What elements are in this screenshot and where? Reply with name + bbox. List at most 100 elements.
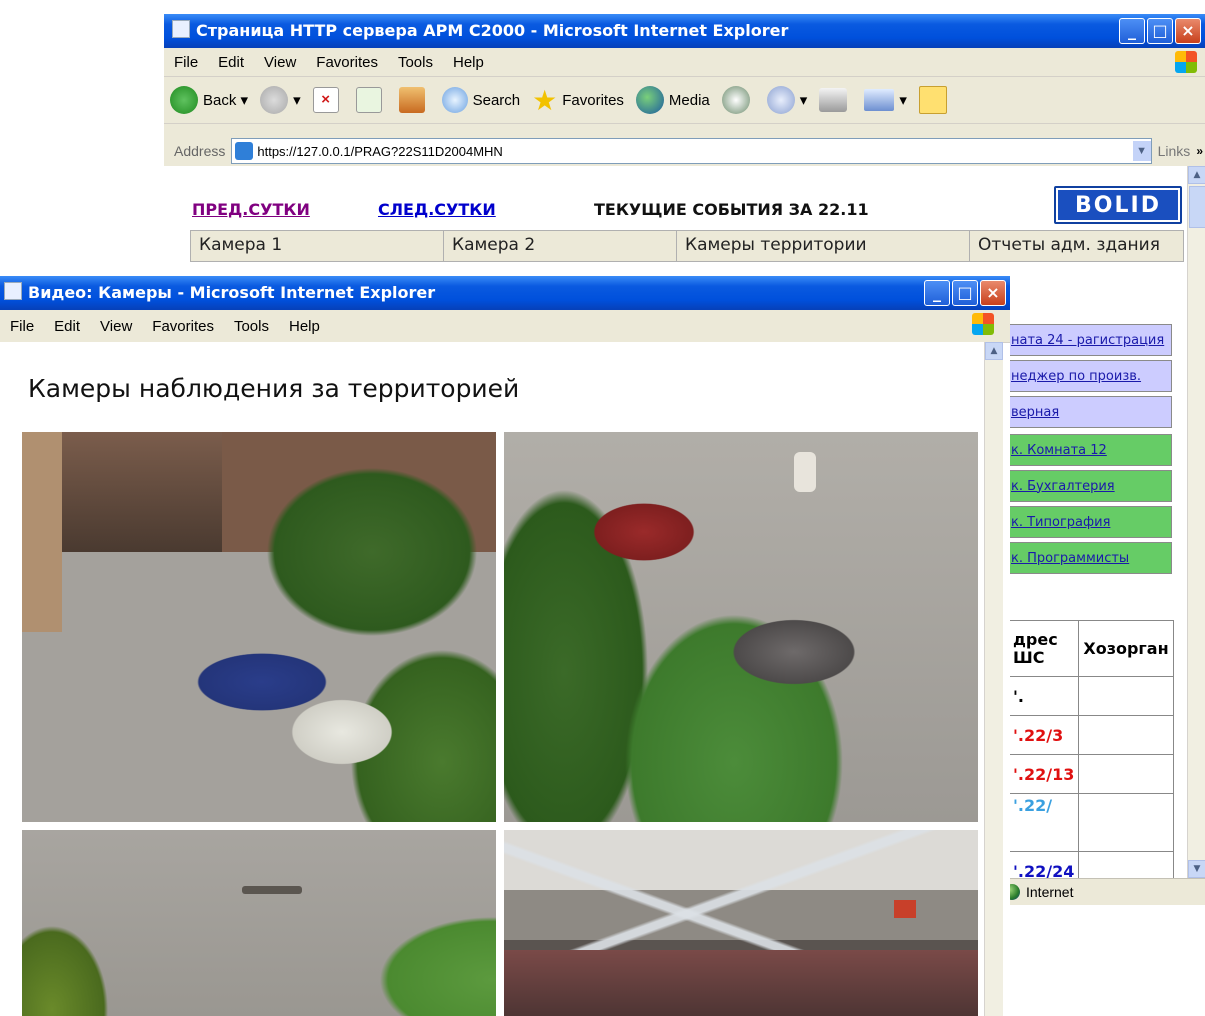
stop-button[interactable]: × (312, 87, 344, 113)
red-object (894, 900, 916, 918)
menu-edit[interactable]: Edit (218, 54, 244, 71)
mail-button[interactable]: ▾ (766, 86, 807, 114)
media-label: Media (668, 91, 710, 109)
scroll-up-icon[interactable]: ▲ (985, 342, 1003, 360)
tab-admin-reports[interactable]: Отчеты адм. здания (970, 231, 1168, 261)
truck-trailer (504, 950, 978, 1016)
back-window-title: Страница HTTP сервера АРМ С2000 - Micros… (196, 21, 789, 40)
back-menubar: File Edit View Favorites Tools Help (164, 48, 1205, 77)
zone-link-3[interactable]: верная (1008, 396, 1172, 428)
camera-view-road[interactable] (22, 830, 496, 1016)
search-label: Search (472, 91, 521, 109)
scroll-thumb[interactable] (1189, 186, 1205, 228)
favorites-button[interactable]: ★ Favorites (532, 84, 624, 117)
road-marking (242, 886, 302, 894)
scroll-up-icon[interactable]: ▲ (1188, 166, 1205, 184)
history-button[interactable] (721, 86, 755, 114)
building-entrance (62, 432, 222, 552)
building-wall (22, 432, 62, 632)
address-label: Address (174, 143, 226, 159)
menu-favorites[interactable]: Favorites (152, 318, 214, 335)
close-button[interactable]: × (1175, 18, 1201, 44)
scroll-down-icon[interactable]: ▼ (1188, 860, 1205, 878)
tab-camera-1[interactable]: Камера 1 (191, 231, 444, 261)
back-window-titlebar[interactable]: Страница HTTP сервера АРМ С2000 - Micros… (164, 14, 1205, 48)
address-value: https://127.0.0.1/PRAG?22S11D2004MHN (257, 143, 503, 159)
search-button[interactable]: Search (441, 87, 521, 113)
minimize-button[interactable]: _ (924, 280, 950, 306)
tab-territory-cameras[interactable]: Камеры территории (677, 231, 970, 261)
camera-view-parking[interactable] (504, 432, 978, 822)
search-icon (441, 87, 468, 113)
events-table: дрес ШС Хозорган '. '.22/3 '.22/13 '.22/… (1007, 620, 1174, 891)
page-icon (235, 142, 254, 160)
windows-logo-icon (972, 313, 994, 335)
zone-link-7[interactable]: к. Программисты (1008, 542, 1172, 574)
forward-arrow-icon (260, 86, 289, 114)
forward-button[interactable]: ▾ (260, 86, 301, 114)
maximize-button[interactable]: □ (952, 280, 978, 306)
menu-view[interactable]: View (100, 318, 132, 335)
status-zone: Internet (1026, 884, 1074, 900)
media-icon (635, 86, 664, 114)
tab-camera-2[interactable]: Камера 2 (444, 231, 677, 261)
address-input[interactable]: https://127.0.0.1/PRAG?22S11D2004MHN ▼ (231, 138, 1152, 164)
links-chevron-icon[interactable]: » (1196, 144, 1203, 158)
close-button[interactable]: × (980, 280, 1006, 306)
zone-link-4[interactable]: к. Комната 12 (1008, 434, 1172, 466)
person-figure (794, 452, 816, 492)
messenger-button[interactable] (918, 86, 952, 114)
refresh-button[interactable] (355, 87, 387, 113)
history-icon (721, 86, 750, 114)
home-icon (398, 87, 425, 113)
edit-icon (864, 89, 895, 111)
menu-file[interactable]: File (174, 54, 198, 71)
current-events-title: ТЕКУЩИЕ СОБЫТИЯ ЗА 22.11 (594, 200, 869, 219)
links-label[interactable]: Links (1158, 143, 1191, 159)
video-browser-window: Видео: Камеры - Microsoft Internet Explo… (0, 276, 1010, 1016)
table-row: '.22/ (1007, 793, 1080, 852)
edit-button[interactable]: ▾ (864, 89, 907, 111)
back-address-bar: Address https://127.0.0.1/PRAG?22S11D200… (164, 136, 1205, 166)
stop-icon: × (312, 87, 339, 113)
note-icon (918, 86, 947, 114)
back-arrow-icon (170, 86, 198, 114)
media-button[interactable]: Media (635, 86, 710, 114)
table-row: '.22/13 (1007, 754, 1080, 794)
camera-view-entrance[interactable] (22, 432, 496, 822)
camera-tabs: Камера 1 Камера 2 Камеры территории Отче… (190, 230, 1184, 262)
menu-file[interactable]: File (10, 318, 34, 335)
zone-link-6[interactable]: к. Типография (1008, 506, 1172, 538)
menu-tools[interactable]: Tools (398, 54, 433, 71)
menu-help[interactable]: Help (289, 318, 320, 335)
home-button[interactable] (398, 87, 430, 113)
windows-logo-icon (1175, 51, 1197, 73)
camera-view-industrial[interactable] (504, 830, 978, 1016)
table-row: '. (1007, 676, 1080, 716)
zone-link-1[interactable]: ната 24 - рагистрация (1008, 324, 1172, 356)
menu-favorites[interactable]: Favorites (316, 54, 378, 71)
menu-help[interactable]: Help (453, 54, 484, 71)
menu-tools[interactable]: Tools (234, 318, 269, 335)
menu-view[interactable]: View (264, 54, 296, 71)
zone-link-list: ната 24 - рагистрация неджер по произв. … (1008, 324, 1178, 586)
minimize-button[interactable]: _ (1119, 18, 1145, 44)
video-window-titlebar[interactable]: Видео: Камеры - Microsoft Internet Explo… (0, 276, 1010, 310)
bolid-logo: BOLID (1054, 186, 1182, 224)
back-vertical-scrollbar[interactable]: ▲ ▼ (1187, 166, 1205, 878)
back-button[interactable]: Back ▾ (170, 86, 248, 114)
print-button[interactable] (819, 88, 852, 112)
video-page-content: Камеры наблюдения за территорией (0, 342, 984, 1016)
page-title: Камеры наблюдения за территорией (28, 374, 520, 403)
ie-icon (172, 20, 190, 38)
maximize-button[interactable]: □ (1147, 18, 1173, 44)
favorites-label: Favorites (562, 91, 624, 109)
next-day-link[interactable]: СЛЕД.СУТКИ (378, 200, 496, 219)
video-vertical-scrollbar[interactable]: ▲ (984, 342, 1003, 1016)
back-toolbar: Back ▾ ▾ × Search ★ Favorites Media ▾ ▾ (164, 77, 1205, 124)
menu-edit[interactable]: Edit (54, 318, 80, 335)
zone-link-2[interactable]: неджер по произв. (1008, 360, 1172, 392)
address-dropdown-icon[interactable]: ▼ (1132, 141, 1151, 161)
prev-day-link[interactable]: ПРЕД.СУТКИ (192, 200, 310, 219)
zone-link-5[interactable]: к. Бухгалтерия (1008, 470, 1172, 502)
